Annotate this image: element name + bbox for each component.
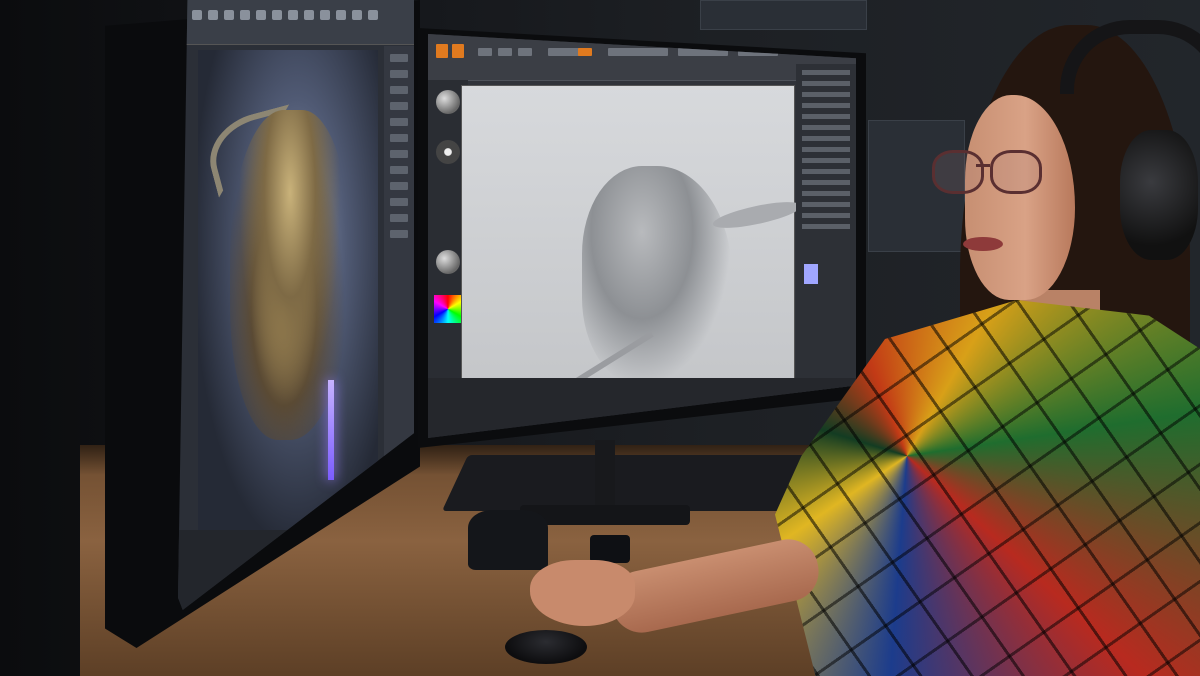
material-sphere-icon <box>436 250 460 274</box>
desk-cup <box>590 535 630 563</box>
desk-plant <box>468 510 548 570</box>
stroke-icon <box>436 140 460 164</box>
command-panel <box>384 46 414 466</box>
person-hand <box>530 560 635 626</box>
sculpt-ribbon <box>711 196 803 234</box>
brush-sphere-icon <box>436 90 460 114</box>
headphones-icon <box>1120 130 1198 260</box>
eyeglasses <box>932 150 1052 194</box>
sculpt-canvas <box>462 86 803 401</box>
creative-controller-puck <box>505 630 587 664</box>
photo-scene <box>0 0 1200 676</box>
right-monitor-screen <box>428 34 856 438</box>
color-picker-icon <box>434 295 462 323</box>
gray-sculpt-model <box>582 166 732 386</box>
color-swatch <box>804 264 818 284</box>
wall-frame <box>700 0 867 30</box>
glowing-weapon <box>328 380 334 480</box>
person-lips <box>963 237 1003 251</box>
modeling-app-toolbar <box>178 0 414 45</box>
sculpt-tool-palette <box>796 64 856 394</box>
